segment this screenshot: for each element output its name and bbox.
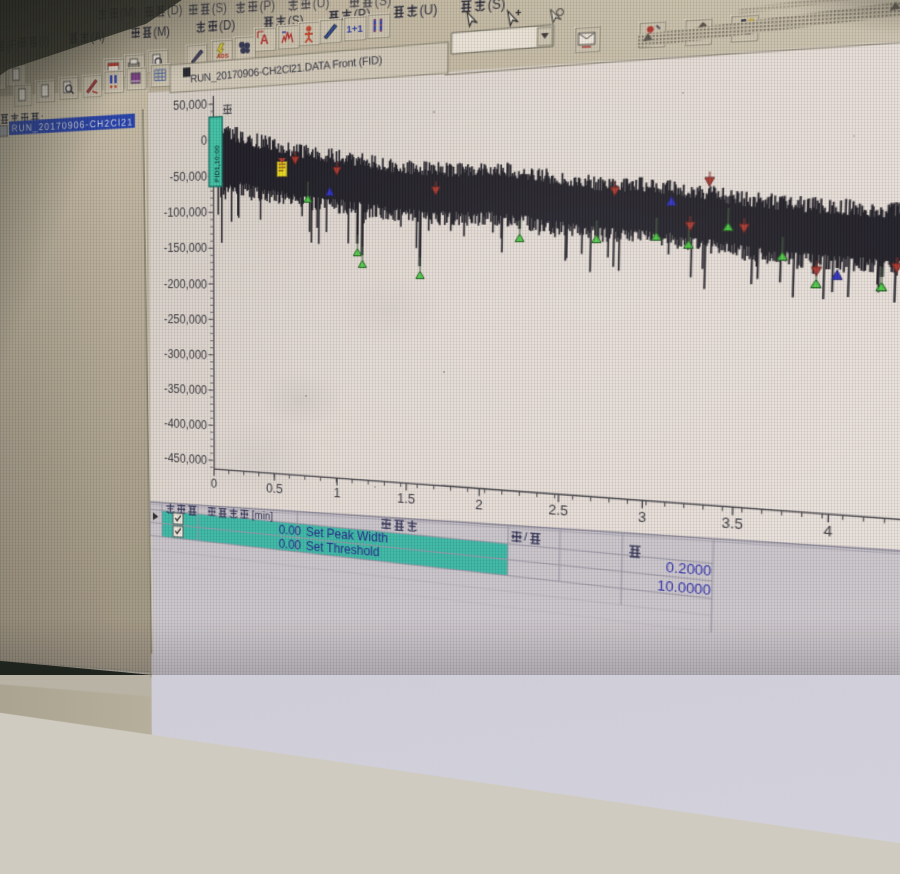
svg-text:0.00: 0.00 <box>279 523 301 538</box>
svg-text:-100,000: -100,000 <box>164 207 208 221</box>
svg-text:0.00: 0.00 <box>279 537 301 552</box>
svg-text:(S): (S) <box>375 0 392 9</box>
svg-text:-50,000: -50,000 <box>170 171 208 185</box>
svg-text:A: A <box>260 33 269 47</box>
svg-text:FID1,10:00: FID1,10:00 <box>214 145 221 183</box>
svg-text:(S): (S) <box>488 0 506 14</box>
svg-text:3.5: 3.5 <box>721 517 743 533</box>
svg-text:1: 1 <box>333 487 340 501</box>
svg-text:[min]: [min] <box>252 510 274 524</box>
svg-text:-150,000: -150,000 <box>164 242 207 255</box>
svg-text:1.5: 1.5 <box>397 492 415 507</box>
svg-text:2: 2 <box>475 498 483 513</box>
svg-text:(M): (M) <box>153 25 170 40</box>
svg-text:-300,000: -300,000 <box>164 348 207 362</box>
svg-text:0: 0 <box>211 478 217 491</box>
svg-text:(P): (P) <box>260 0 276 14</box>
svg-text:(D): (D) <box>219 19 235 34</box>
svg-text:1+1: 1+1 <box>346 22 363 35</box>
svg-text:ADS: ADS <box>217 53 229 61</box>
svg-text:-450,000: -450,000 <box>164 452 207 468</box>
svg-text:-400,000: -400,000 <box>164 417 207 432</box>
svg-text:-250,000: -250,000 <box>164 313 207 327</box>
svg-text:(U): (U) <box>420 3 438 19</box>
svg-text:/: / <box>524 532 528 545</box>
svg-text:(S): (S) <box>212 2 227 17</box>
svg-text:2.5: 2.5 <box>548 504 568 520</box>
svg-text:-200,000: -200,000 <box>164 278 207 292</box>
svg-text:4: 4 <box>823 525 833 541</box>
svg-text:50,000: 50,000 <box>173 99 207 114</box>
svg-text:0.5: 0.5 <box>266 482 283 496</box>
svg-text:0: 0 <box>201 135 207 149</box>
svg-text:3: 3 <box>638 510 646 525</box>
svg-text:(U): (U) <box>313 0 330 12</box>
svg-text:-350,000: -350,000 <box>164 383 207 398</box>
